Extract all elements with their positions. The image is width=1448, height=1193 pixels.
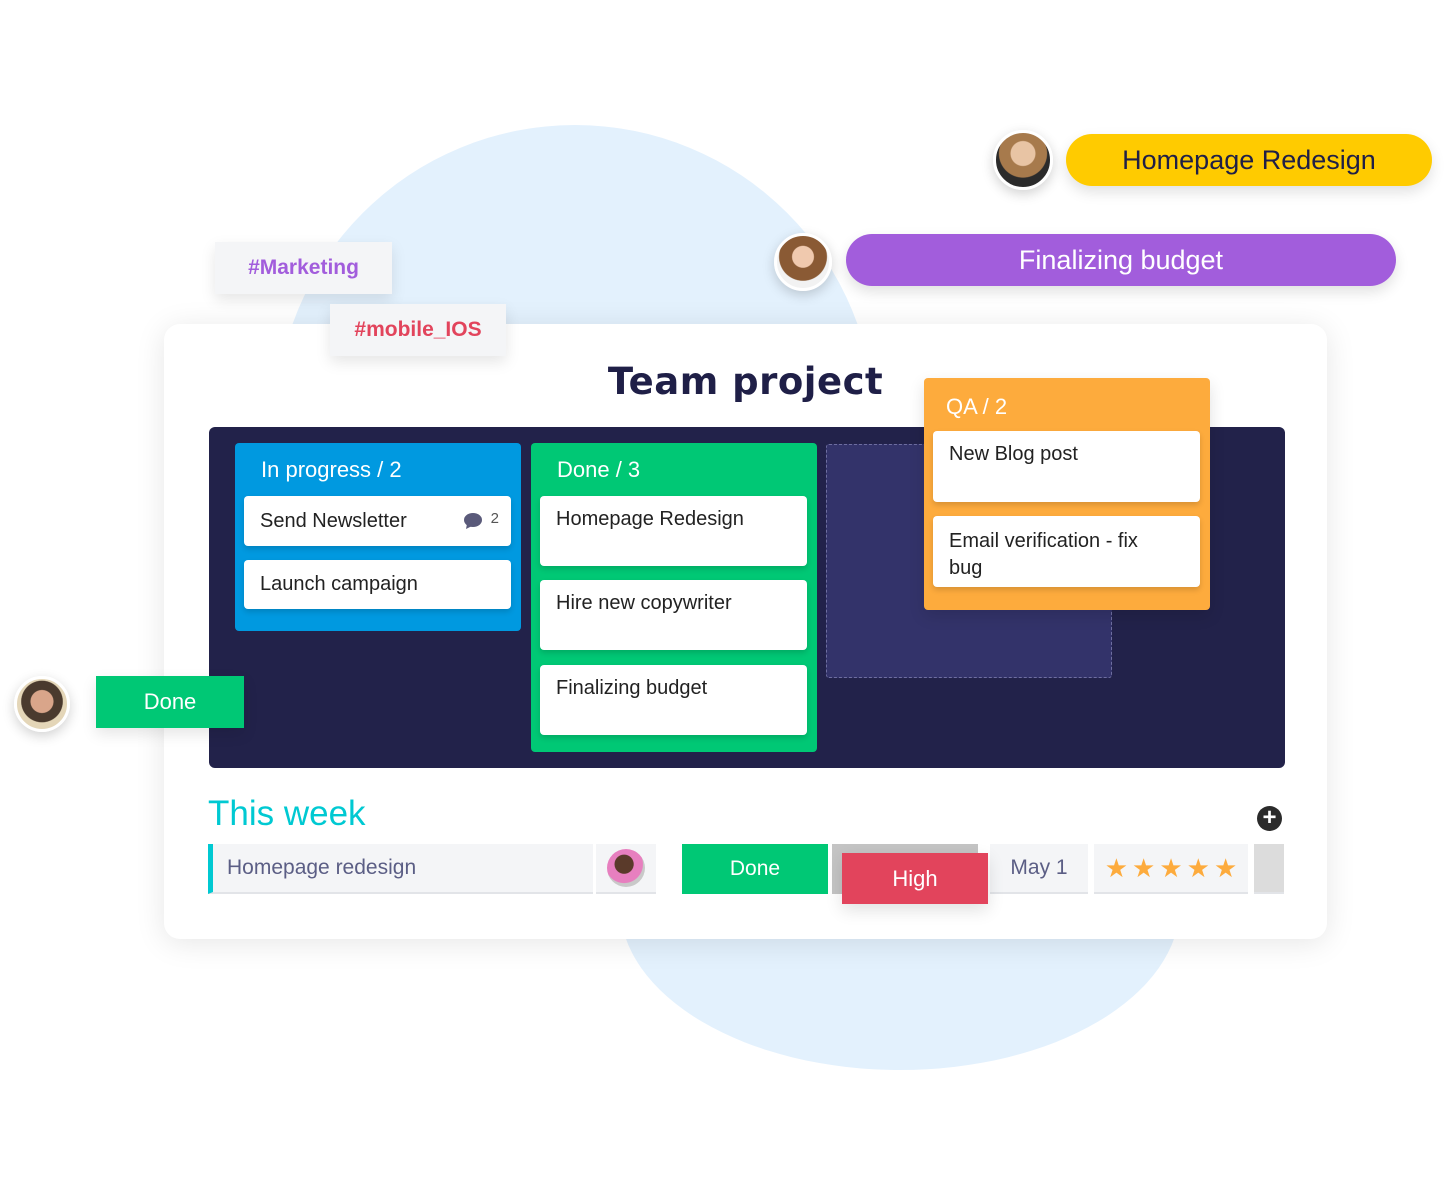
table-row: Homepage redesign Done May 1 ★ ★ ★ ★ ★ [208, 844, 1285, 895]
card-homepage-redesign[interactable]: Homepage Redesign [540, 496, 807, 566]
card-send-newsletter[interactable]: Send Newsletter 2 [244, 496, 511, 546]
avatar-woman-brunette [774, 233, 832, 291]
priority-high-label[interactable]: High [842, 853, 988, 904]
star-icon[interactable]: ★ [1187, 853, 1210, 884]
status-label: Done [729, 857, 781, 880]
card-title: Homepage Redesign [556, 508, 744, 530]
column-done: Done / 3 Homepage Redesign Hire new copy… [531, 443, 817, 752]
card-hire-copywriter[interactable]: Hire new copywriter [540, 580, 807, 650]
add-item-icon[interactable]: + [1257, 806, 1282, 831]
column-header: QA / 2 [946, 394, 1008, 419]
card-new-blog-post[interactable]: New Blog post [933, 431, 1200, 502]
date-cell[interactable]: May 1 [990, 844, 1088, 894]
avatar-woman-blonde [993, 130, 1053, 190]
card-title: Send Newsletter [260, 509, 407, 532]
avatar-man [14, 676, 70, 732]
card-launch-campaign[interactable]: Launch campaign [244, 560, 511, 609]
status-cell[interactable]: Done [682, 844, 828, 894]
star-icon[interactable]: ★ [1159, 853, 1182, 884]
tag-marketing[interactable]: #Marketing [215, 242, 392, 294]
star-icon[interactable]: ★ [1132, 853, 1155, 884]
group-title-this-week[interactable]: This week [208, 794, 366, 834]
card-title: Launch campaign [260, 573, 418, 595]
card-title: Email verification - fix bug [949, 530, 1138, 579]
team-project-panel: Team project In progress / 2 Send Newsle… [164, 324, 1327, 939]
star-icon[interactable]: ★ [1105, 853, 1128, 884]
star-icon[interactable]: ★ [1214, 853, 1237, 884]
homepage-redesign-pill[interactable]: Homepage Redesign [1066, 134, 1432, 186]
card-title: New Blog post [949, 443, 1078, 465]
priority-label: High [892, 865, 938, 891]
comment-icon[interactable] [463, 512, 483, 536]
person-cell[interactable] [596, 844, 656, 894]
column-header: Done / 3 [557, 457, 641, 482]
extra-cell [1254, 844, 1284, 894]
done-status-badge[interactable]: Done [96, 676, 244, 728]
column-qa[interactable]: QA / 2 New Blog post Email verification … [924, 378, 1210, 610]
date-label: May 1 [1010, 856, 1068, 879]
card-finalizing-budget[interactable]: Finalizing budget [540, 665, 807, 735]
column-header: In progress / 2 [261, 457, 402, 482]
tag-mobile-ios[interactable]: #mobile_IOS [330, 304, 506, 356]
card-title: Finalizing budget [556, 677, 708, 699]
card-title: Hire new copywriter [556, 592, 732, 614]
finalizing-budget-pill[interactable]: Finalizing budget [846, 234, 1396, 286]
column-in-progress: In progress / 2 Send Newsletter 2 Launch… [235, 443, 521, 631]
card-email-verification[interactable]: Email verification - fix bug [933, 516, 1200, 587]
item-name-cell[interactable]: Homepage redesign [208, 844, 593, 894]
item-name: Homepage redesign [227, 856, 417, 879]
comment-count: 2 [490, 510, 499, 527]
person-avatar [607, 849, 645, 887]
done-badge-label: Done [143, 689, 197, 714]
rating-cell[interactable]: ★ ★ ★ ★ ★ [1094, 844, 1248, 894]
